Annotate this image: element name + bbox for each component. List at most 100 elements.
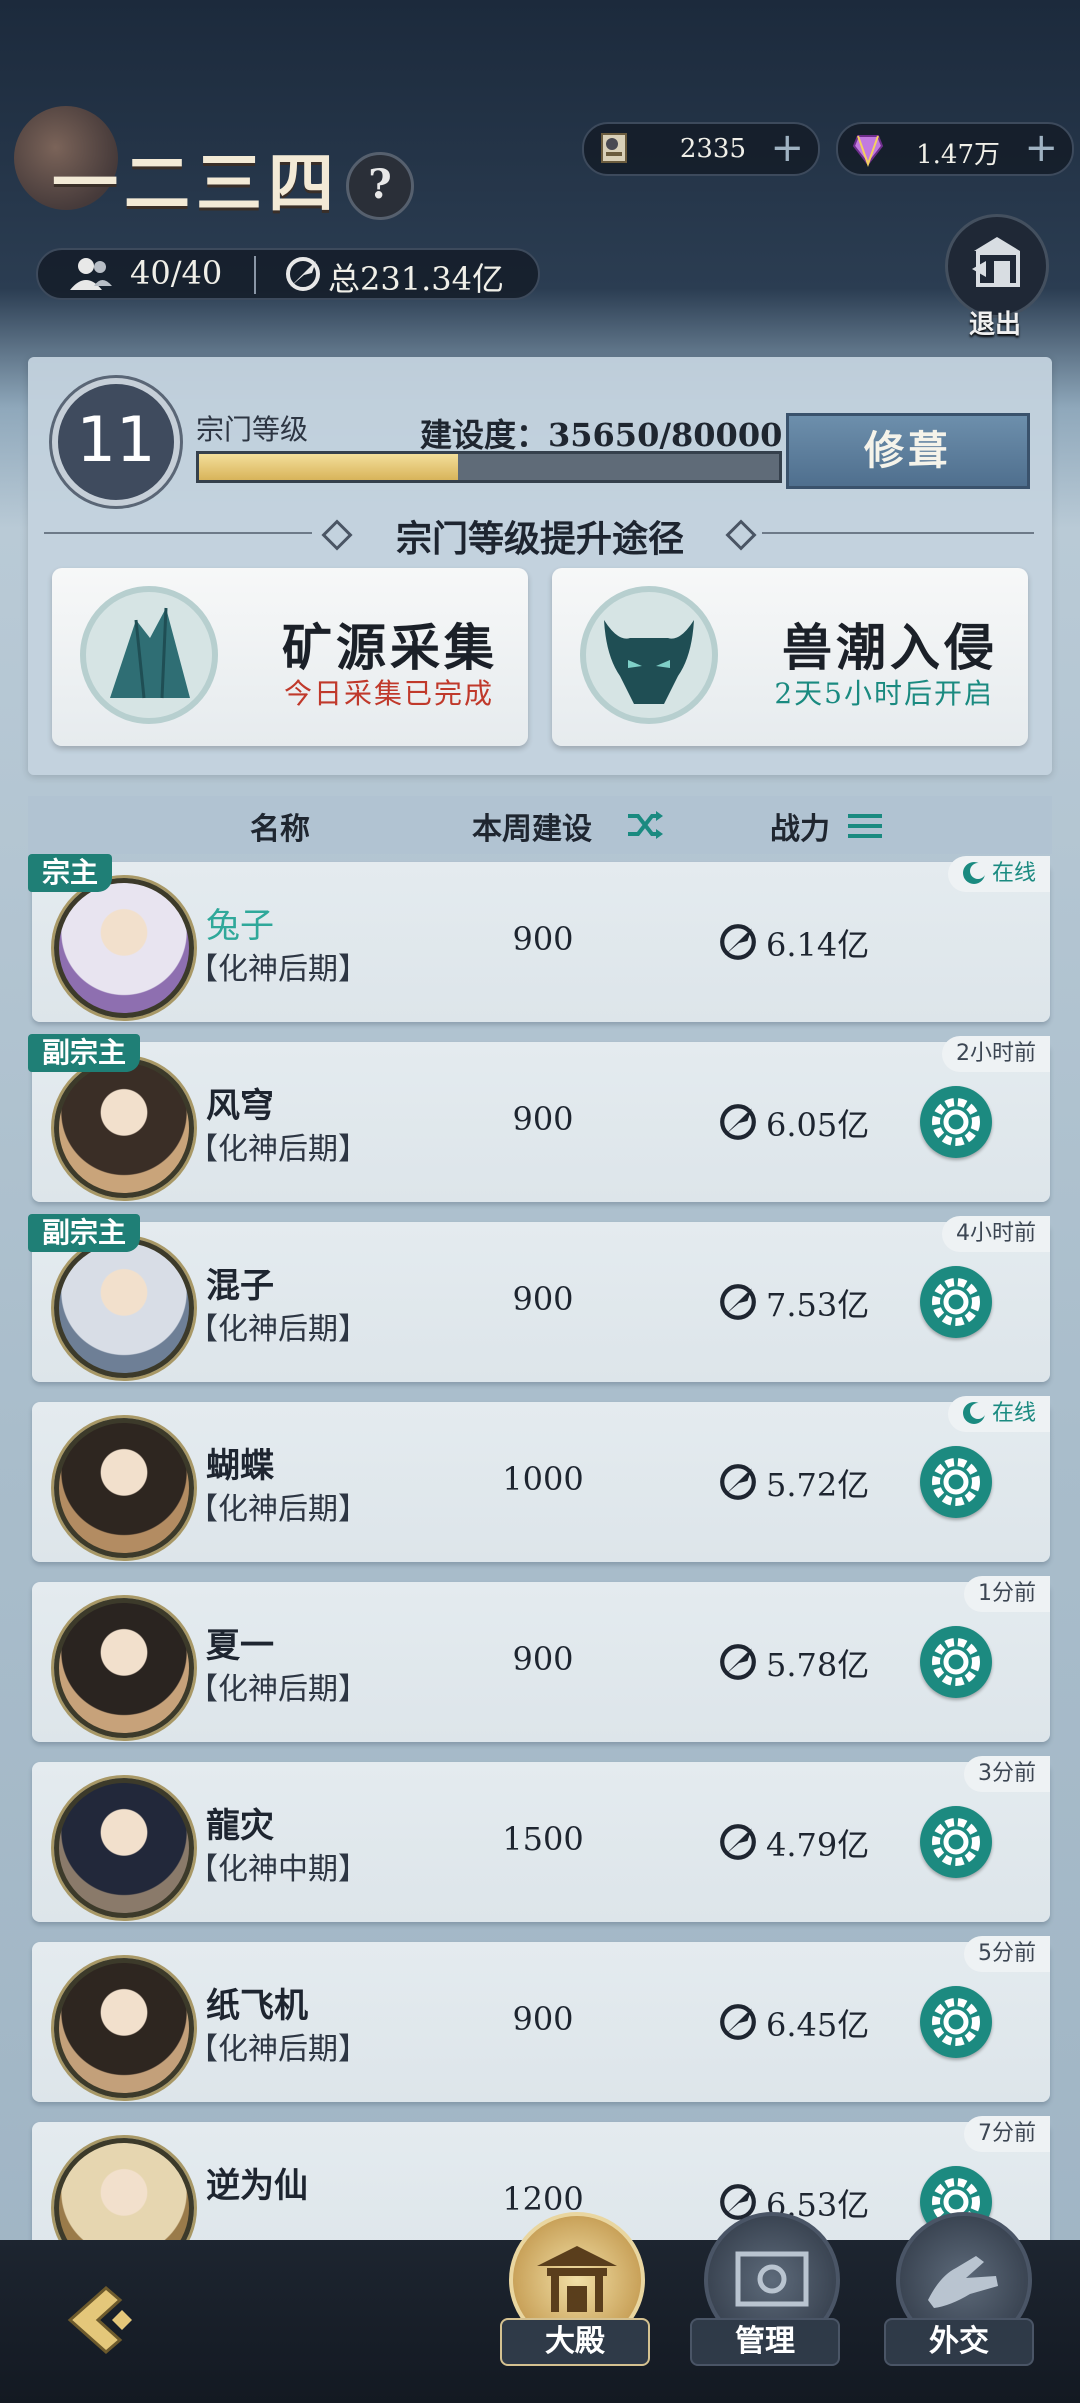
member-rank: 【化神后期】	[188, 1312, 368, 1347]
beast-mask-icon	[580, 586, 718, 724]
mountain-icon	[80, 586, 218, 724]
weekly-build-value: 1500	[502, 1820, 584, 1858]
member-name: 蝴蝶	[206, 1446, 274, 1486]
online-status: 2小时前	[942, 1036, 1050, 1072]
currency-1-pill: 2335 +	[582, 122, 820, 176]
column-weekly-build[interactable]: 本周建设	[472, 804, 592, 848]
member-row[interactable]: 副宗主 4小时前 混子 【化神后期】 900 7.53亿	[0, 1214, 1080, 1402]
gear-icon	[932, 1458, 980, 1506]
divider	[254, 256, 256, 294]
member-avatar[interactable]	[54, 1778, 194, 1918]
currency-2-add-button[interactable]: +	[1024, 125, 1058, 171]
members-icon	[70, 258, 112, 290]
column-power[interactable]: 战力	[770, 804, 830, 848]
mine-gathering-status: 今日采集已完成	[283, 677, 494, 710]
exit-label: 退出	[968, 310, 1021, 340]
scroll-icon	[601, 133, 627, 163]
build-progress-bar	[196, 451, 782, 483]
member-settings-button[interactable]	[920, 1086, 992, 1158]
member-settings-button[interactable]	[920, 1266, 992, 1338]
power-icon	[720, 2004, 756, 2040]
gear-icon	[932, 1818, 980, 1866]
member-rank: 【化神后期】	[188, 1132, 368, 1167]
tab-hall-label[interactable]: 大殿	[500, 2318, 650, 2366]
weekly-build-value: 1000	[502, 1460, 584, 1498]
online-status: 3分前	[964, 1756, 1050, 1792]
member-name: 混子	[206, 1266, 274, 1306]
member-settings-button[interactable]	[920, 1806, 992, 1878]
back-arrow-icon[interactable]	[48, 2270, 148, 2370]
member-power-value: 7.53亿	[766, 1286, 870, 1324]
status-text: 在线	[991, 1401, 1036, 1426]
member-name: 风穹	[206, 1086, 274, 1126]
currency-1-add-button[interactable]: +	[770, 125, 804, 171]
member-name: 逆为仙	[206, 2166, 308, 2206]
status-text: 2小时前	[956, 1041, 1036, 1066]
member-settings-button[interactable]	[920, 1446, 992, 1518]
currency-2-pill: 1.47万 +	[836, 122, 1074, 176]
online-status: 7分前	[964, 2116, 1050, 2152]
power-icon	[720, 1464, 756, 1500]
member-avatar[interactable]	[54, 1058, 194, 1198]
member-rank: 【化神后期】	[188, 952, 368, 987]
tab-manage-label[interactable]: 管理	[690, 2318, 840, 2366]
member-row[interactable]: 副宗主 2小时前 风穹 【化神后期】 900 6.05亿	[0, 1034, 1080, 1222]
status-text: 1分前	[978, 1581, 1036, 1606]
gear-icon	[932, 1278, 980, 1326]
member-avatar[interactable]	[54, 1958, 194, 2098]
divider-right	[762, 532, 1034, 534]
member-power-value: 6.45亿	[766, 2006, 870, 2044]
power-icon	[720, 1284, 756, 1320]
member-rank: 【化神后期】	[188, 1492, 368, 1527]
member-avatar[interactable]	[54, 1598, 194, 1738]
build-progress-text: 建设度：35650/80000	[420, 416, 783, 454]
online-status: 5分前	[964, 1936, 1050, 1972]
mine-gathering-title: 矿源采集	[282, 618, 498, 677]
shuffle-sort-icon[interactable]	[626, 810, 664, 840]
spirit-gem-icon	[852, 135, 884, 167]
member-row[interactable]: 宗主 在线 兔子 【化神后期】 900 6.14亿	[0, 854, 1080, 1042]
member-power-value: 5.78亿	[766, 1646, 870, 1684]
currency-1-value: 2335	[679, 134, 746, 164]
build-progress-fill	[199, 454, 458, 480]
beast-tide-card[interactable]: 兽潮入侵 2天5小时后开启	[552, 568, 1028, 746]
exit-icon	[945, 214, 1049, 318]
member-row[interactable]: 5分前 纸飞机 【化神后期】 900 6.45亿	[0, 1936, 1080, 2122]
member-power-value: 4.79亿	[766, 1826, 870, 1864]
power-icon	[720, 1644, 756, 1680]
online-moon-icon	[962, 862, 986, 884]
member-settings-button[interactable]	[920, 1986, 992, 2058]
online-status: 4小时前	[942, 1216, 1050, 1252]
member-power-value: 6.14亿	[766, 926, 870, 964]
beast-tide-title: 兽潮入侵	[782, 618, 998, 677]
sect-name: 一二三四	[52, 144, 340, 222]
role-badge: 宗主	[28, 854, 113, 892]
list-sort-icon[interactable]	[848, 812, 882, 840]
repair-button[interactable]: 修葺	[786, 413, 1030, 489]
member-power-value: 5.72亿	[766, 1466, 870, 1504]
power-icon	[720, 1824, 756, 1860]
member-avatar[interactable]	[54, 1238, 194, 1378]
member-name: 纸飞机	[206, 1986, 308, 2026]
status-text: 在线	[991, 861, 1036, 886]
mine-gathering-card[interactable]: 矿源采集 今日采集已完成	[52, 568, 528, 746]
online-status: 在线	[947, 1396, 1050, 1432]
online-moon-icon	[962, 1402, 986, 1424]
weekly-build-value: 900	[512, 920, 574, 958]
status-text: 7分前	[978, 2121, 1036, 2146]
weekly-build-value: 900	[512, 1280, 574, 1318]
member-row[interactable]: 3分前 龍灾 【化神中期】 1500 4.79亿	[0, 1756, 1080, 1942]
tab-diplomacy-label[interactable]: 外交	[884, 2318, 1034, 2366]
member-avatar[interactable]	[54, 878, 194, 1018]
member-settings-button[interactable]	[920, 1626, 992, 1698]
member-avatar[interactable]	[54, 1418, 194, 1558]
status-text: 5分前	[978, 1941, 1036, 1966]
member-name: 龍灾	[206, 1806, 274, 1846]
help-button[interactable]: ?	[346, 152, 414, 220]
power-icon	[720, 924, 756, 960]
member-row[interactable]: 在线蝴蝶【化神后期】 1000 5.72亿	[0, 1396, 1080, 1582]
member-row[interactable]: 1分前 夏一 【化神后期】 900 5.78亿	[0, 1576, 1080, 1762]
member-rank: 【化神后期】	[188, 1672, 368, 1707]
status-text: 4小时前	[956, 1221, 1036, 1246]
exit-button[interactable]: 退出	[945, 214, 1049, 340]
